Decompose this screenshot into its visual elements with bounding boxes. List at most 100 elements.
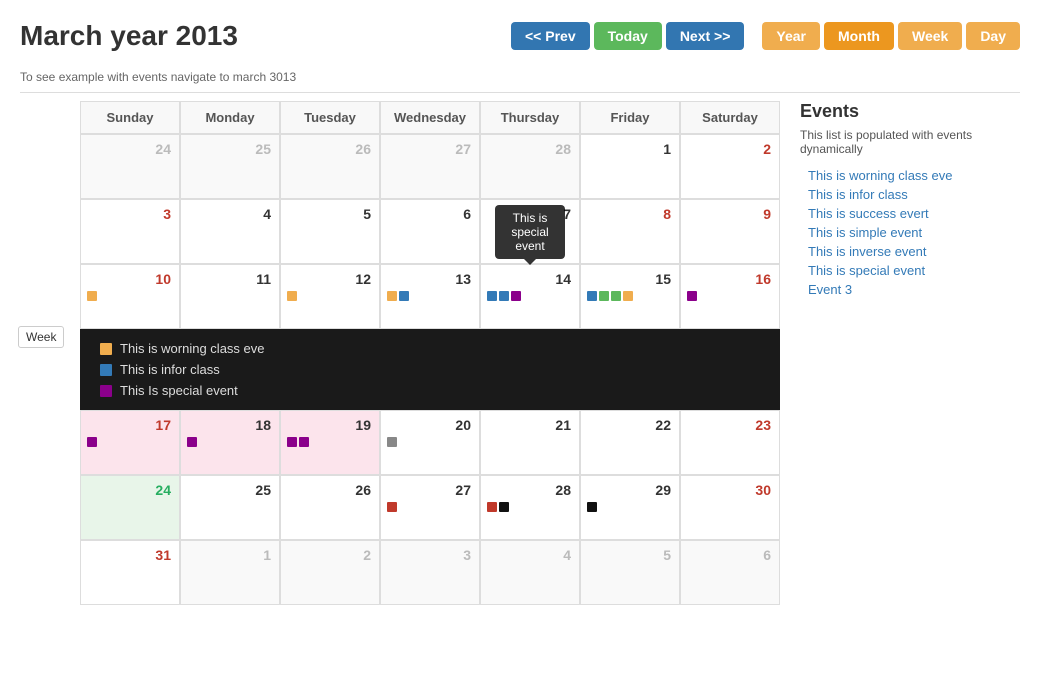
expanded-event-item: This is worning class eve bbox=[100, 341, 760, 356]
day-cell[interactable]: 21 bbox=[480, 410, 580, 475]
day-cell[interactable]: 2 bbox=[680, 134, 780, 199]
day-cell[interactable]: 11 bbox=[180, 264, 280, 329]
event-dots bbox=[385, 435, 475, 449]
day-cell[interactable]: 26 bbox=[280, 134, 380, 199]
today-button[interactable]: Today bbox=[594, 22, 662, 50]
day-number: 17 bbox=[85, 415, 175, 435]
day-number: 15 bbox=[585, 269, 675, 289]
event-dots bbox=[285, 435, 375, 449]
day-number: 25 bbox=[185, 480, 275, 500]
day-cell-today[interactable]: 24 bbox=[80, 475, 180, 540]
day-cell[interactable]: 28 bbox=[480, 475, 580, 540]
week-row-1: 24 25 26 27 28 1 2 bbox=[80, 134, 780, 199]
day-cell[interactable]: 9 bbox=[680, 199, 780, 264]
expanded-event-item: This is infor class bbox=[100, 362, 760, 377]
event-dots bbox=[385, 289, 475, 303]
day-cell[interactable]: 6 bbox=[380, 199, 480, 264]
day-cell[interactable]: 28 bbox=[480, 134, 580, 199]
event-link-7[interactable]: Event 3 bbox=[800, 280, 1020, 299]
day-cell[interactable]: 30 bbox=[680, 475, 780, 540]
event-link-1[interactable]: This is worning class eve bbox=[800, 166, 1020, 185]
event-dot-yellow bbox=[387, 291, 397, 301]
day-cell[interactable]: 31 bbox=[80, 540, 180, 605]
day-number: 28 bbox=[485, 139, 575, 159]
day-cell[interactable]: 22 bbox=[580, 410, 680, 475]
divider bbox=[20, 92, 1020, 93]
day-cell[interactable]: 10 bbox=[80, 264, 180, 329]
next-button[interactable]: Next >> bbox=[666, 22, 745, 50]
day-cell[interactable]: 3 bbox=[380, 540, 480, 605]
day-cell[interactable]: 4 bbox=[480, 540, 580, 605]
friday-header: Friday bbox=[580, 101, 680, 134]
day-number: 31 bbox=[85, 545, 175, 565]
day-number: 29 bbox=[585, 480, 675, 500]
day-cell[interactable]: 27 bbox=[380, 475, 480, 540]
week-row-6: 31 1 2 3 4 5 6 bbox=[80, 540, 780, 605]
day-cell[interactable]: 6 bbox=[680, 540, 780, 605]
day-cell[interactable]: 12 bbox=[280, 264, 380, 329]
day-cell[interactable]: 25 bbox=[180, 475, 280, 540]
expanded-dot-purple bbox=[100, 385, 112, 397]
day-cell[interactable]: 1 bbox=[580, 134, 680, 199]
year-button[interactable]: Year bbox=[762, 22, 820, 50]
event-link-3[interactable]: This is success evert bbox=[800, 204, 1020, 223]
day-cell[interactable]: 20 bbox=[380, 410, 480, 475]
week-button[interactable]: Week bbox=[898, 22, 962, 50]
day-cell[interactable]: 2 bbox=[280, 540, 380, 605]
day-cell[interactable]: 13 bbox=[380, 264, 480, 329]
day-number: 13 bbox=[385, 269, 475, 289]
day-cell[interactable]: 16 bbox=[680, 264, 780, 329]
event-dot-yellow bbox=[623, 291, 633, 301]
day-cell[interactable]: 1 bbox=[180, 540, 280, 605]
day-number: 20 bbox=[385, 415, 475, 435]
month-button[interactable]: Month bbox=[824, 22, 894, 50]
day-cell[interactable]: 18 bbox=[180, 410, 280, 475]
day-number: 6 bbox=[385, 204, 475, 224]
event-dots bbox=[185, 435, 275, 449]
event-dot-blue bbox=[487, 291, 497, 301]
day-number: 23 bbox=[685, 415, 775, 435]
day-number: 22 bbox=[585, 415, 675, 435]
calendar: Sunday Monday Tuesday Wednesday Thursday… bbox=[80, 101, 780, 605]
day-button[interactable]: Day bbox=[966, 22, 1020, 50]
event-dots bbox=[385, 500, 475, 514]
navigation-buttons: << Prev Today Next >> Year Month Week Da… bbox=[511, 22, 1020, 50]
day-number: 18 bbox=[185, 415, 275, 435]
day-cell[interactable]: 5 bbox=[580, 540, 680, 605]
day-cell[interactable]: 29 bbox=[580, 475, 680, 540]
day-number: 25 bbox=[185, 139, 275, 159]
day-cell[interactable]: 19 bbox=[280, 410, 380, 475]
event-link-4[interactable]: This is simple event bbox=[800, 223, 1020, 242]
day-cell[interactable]: 27 bbox=[380, 134, 480, 199]
event-link-2[interactable]: This is infor class bbox=[800, 185, 1020, 204]
day-number: 4 bbox=[485, 545, 575, 565]
day-cell[interactable]: 15 bbox=[580, 264, 680, 329]
day-cell[interactable]: 5 bbox=[280, 199, 380, 264]
event-dots bbox=[85, 435, 175, 449]
day-cell[interactable]: 26 bbox=[280, 475, 380, 540]
event-dot-red bbox=[387, 502, 397, 512]
week-label[interactable]: Week bbox=[18, 326, 64, 348]
event-dot-blue bbox=[587, 291, 597, 301]
event-dot-purple bbox=[287, 437, 297, 447]
day-cell[interactable]: 17 bbox=[80, 410, 180, 475]
day-cell[interactable]: 23 bbox=[680, 410, 780, 475]
event-dot-purple bbox=[687, 291, 697, 301]
event-dot-purple2 bbox=[299, 437, 309, 447]
event-link-5[interactable]: This is inverse event bbox=[800, 242, 1020, 261]
week-row-3-wrapper: Week 10 11 12 bbox=[80, 264, 780, 410]
day-cell[interactable]: 24 bbox=[80, 134, 180, 199]
event-dot-gray bbox=[387, 437, 397, 447]
day-cell[interactable]: 3 bbox=[80, 199, 180, 264]
tuesday-header: Tuesday bbox=[280, 101, 380, 134]
day-cell[interactable]: 8 bbox=[580, 199, 680, 264]
sunday-header: Sunday bbox=[80, 101, 180, 134]
day-cell-14[interactable]: 14 This is special event bbox=[480, 264, 580, 329]
day-number: 3 bbox=[385, 545, 475, 565]
event-link-6[interactable]: This is special event bbox=[800, 261, 1020, 280]
event-dot-green bbox=[599, 291, 609, 301]
day-cell[interactable]: 25 bbox=[180, 134, 280, 199]
day-cell[interactable]: 4 bbox=[180, 199, 280, 264]
day-number: 26 bbox=[285, 480, 375, 500]
prev-button[interactable]: << Prev bbox=[511, 22, 590, 50]
